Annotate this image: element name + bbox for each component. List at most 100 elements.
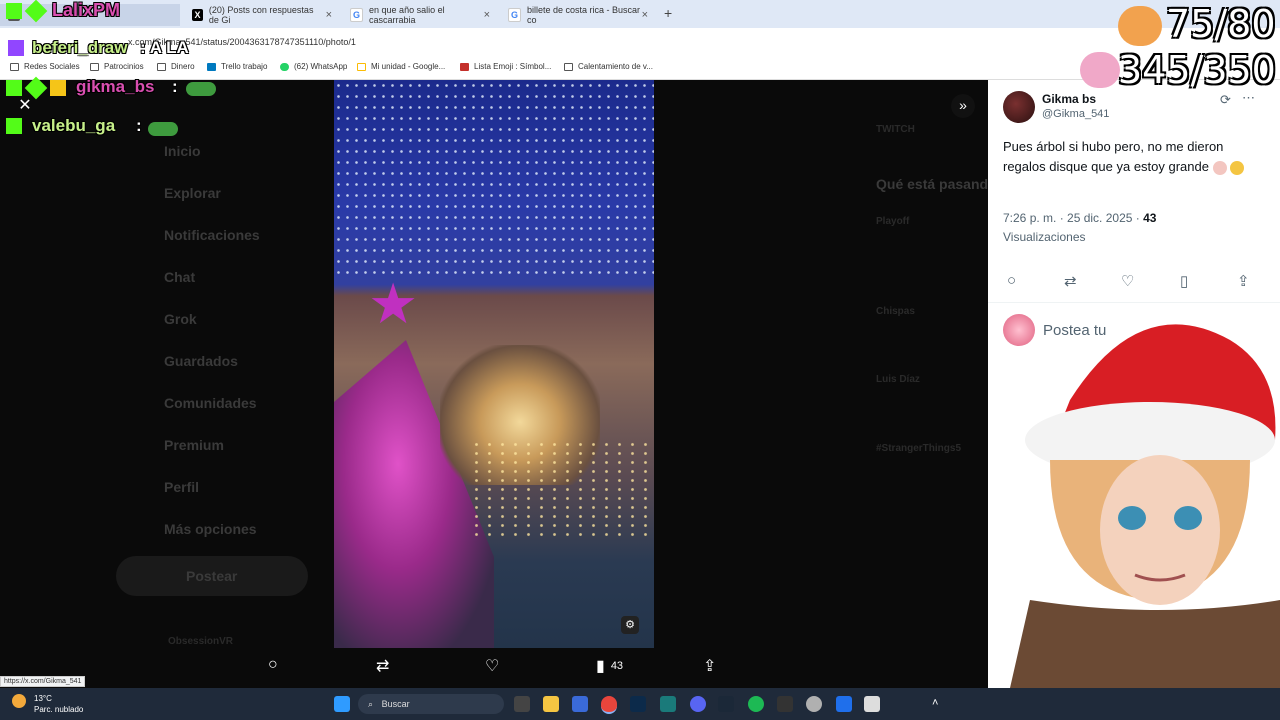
- tab-label: (20) Posts con respuestas de Gi: [208, 5, 314, 25]
- spotify-icon[interactable]: [748, 696, 764, 712]
- tweet-timestamp[interactable]: 7:26 p. m. · 25 dic. 2025 ·: [1003, 211, 1143, 225]
- windows-start-icon[interactable]: [334, 696, 350, 712]
- repost-icon[interactable]: ⇄: [1064, 272, 1077, 290]
- discord-icon[interactable]: [690, 696, 706, 712]
- share-icon[interactable]: ⇪: [1237, 272, 1250, 290]
- chat-username: valebu_ga: [32, 116, 116, 135]
- views-count: 43: [610, 660, 624, 672]
- tab-close-icon[interactable]: ×: [484, 9, 490, 21]
- nav-item: Notificaciones: [164, 227, 260, 243]
- bookmark-item[interactable]: Trello trabajo: [207, 62, 267, 71]
- bookmark-item[interactable]: (62) WhatsApp: [280, 62, 347, 71]
- like-icon[interactable]: ♡: [1121, 272, 1134, 290]
- collapse-panel-icon[interactable]: »: [951, 94, 975, 118]
- tweet-views-label: Visualizaciones: [1003, 230, 1086, 244]
- photoshop-icon[interactable]: [630, 696, 646, 712]
- tweet-author-name[interactable]: Gikma bs: [1042, 92, 1096, 106]
- file-explorer-icon[interactable]: [543, 696, 559, 712]
- left-eye: [1118, 506, 1146, 530]
- google-icon: G: [350, 8, 364, 22]
- vtube-icon[interactable]: [836, 696, 852, 712]
- bookmark-icon[interactable]: ▯: [1180, 272, 1188, 290]
- whatsapp-icon: [280, 62, 289, 71]
- chat-message: :: [172, 77, 178, 96]
- browser-tab[interactable]: G billete de costa rica - Buscar co ×: [500, 4, 656, 26]
- chat-username: gikma_bs: [76, 77, 155, 96]
- streamer-name-overlay: LalixPM: [52, 0, 121, 20]
- folder-icon: [157, 62, 166, 71]
- obs-icon[interactable]: [806, 696, 822, 712]
- like-icon[interactable]: ♡: [485, 656, 499, 676]
- bookmark-item[interactable]: Mi unidad - Google...: [357, 62, 445, 71]
- tweet-views-count: 43: [1143, 211, 1157, 225]
- tweet-author-handle[interactable]: @Gikma_541: [1042, 108, 1109, 120]
- browser-tab[interactable]: G en que año salio el cascarrabia ×: [342, 4, 498, 26]
- tab-close-icon[interactable]: ×: [642, 9, 648, 21]
- store-icon[interactable]: [572, 696, 588, 712]
- more-icon[interactable]: ⋯: [1242, 90, 1255, 106]
- nav-item: Grok: [164, 311, 197, 327]
- close-icon[interactable]: ✕: [14, 95, 36, 117]
- browser-tab[interactable]: X (20) Posts con respuestas de Gi ×: [184, 4, 340, 26]
- views-button[interactable]: ▮ 43: [596, 656, 623, 676]
- floor-lights: [470, 440, 650, 540]
- nav-item: Explorar: [164, 185, 221, 201]
- reply-icon[interactable]: ○: [1007, 272, 1016, 289]
- taskbar-search-label: Buscar: [381, 699, 410, 709]
- post-button: Postear: [116, 556, 308, 596]
- tray-chevron-up-icon[interactable]: ˄: [932, 697, 938, 709]
- folder-icon: [564, 62, 573, 71]
- views-icon: ▮: [596, 658, 605, 675]
- calculator-icon[interactable]: [864, 696, 880, 712]
- weather-icon: [12, 694, 26, 708]
- tab-close-icon[interactable]: ×: [326, 9, 332, 21]
- nav-item: Guardados: [164, 353, 238, 369]
- tab-label: billete de costa rica - Buscar co: [527, 5, 641, 25]
- task-view-icon[interactable]: [514, 696, 530, 712]
- trends-heading: Qué está pasando: [876, 176, 997, 192]
- reply-icon[interactable]: ○: [268, 656, 278, 674]
- bookmark-item[interactable]: Patrocinios: [90, 62, 144, 71]
- crown-icon: [50, 80, 66, 96]
- bookmark-item[interactable]: Calentamiento de v...: [564, 62, 653, 71]
- tweet-meta: 7:26 p. m. · 25 dic. 2025 · 43: [1003, 211, 1156, 225]
- steam-icon[interactable]: [718, 696, 734, 712]
- avatar[interactable]: [1003, 91, 1035, 123]
- grok-icon[interactable]: ⟳: [1220, 92, 1231, 108]
- right-eye: [1174, 506, 1202, 530]
- nav-item: Inicio: [164, 143, 201, 159]
- trend-item: #StrangerThings5: [876, 443, 962, 454]
- folder-icon: [90, 62, 99, 71]
- nav-item: Chat: [164, 269, 196, 285]
- taskbar-search[interactable]: ⌕ Buscar: [358, 694, 504, 714]
- repost-icon[interactable]: ⇄: [376, 656, 389, 676]
- goal-counter: 345/350: [1118, 48, 1276, 92]
- chat-username: beferi_draw: [32, 38, 128, 57]
- emoji-list-icon: [460, 62, 469, 71]
- string-lights: [334, 80, 654, 280]
- nav-item: Premium: [164, 437, 224, 453]
- nav-item: Perfil: [164, 479, 200, 495]
- share-icon[interactable]: ⇪: [703, 656, 716, 676]
- bookmark-item[interactable]: Dinero: [157, 62, 195, 71]
- goal-mascot-icon: [1118, 6, 1162, 46]
- sad-face-emoji-icon: [1230, 160, 1245, 175]
- bookmark-item[interactable]: Redes Sociales: [10, 62, 80, 71]
- frog-emote-icon: [186, 82, 216, 96]
- app-icon[interactable]: [777, 696, 793, 712]
- frog-emote-icon: [148, 122, 178, 136]
- bookmark-item[interactable]: Lista Emoji : Símbol...: [460, 62, 551, 71]
- kick-icon: [6, 3, 22, 19]
- twitch-icon: [8, 40, 24, 56]
- vscode-icon[interactable]: [660, 696, 676, 712]
- x-logo-icon: X: [192, 9, 203, 21]
- jacket: [1010, 600, 1280, 688]
- new-tab-button[interactable]: +: [664, 5, 672, 21]
- media-detail-icon[interactable]: ⚙: [621, 616, 639, 634]
- nav-item: Comunidades: [164, 395, 257, 411]
- chrome-icon[interactable]: [601, 696, 617, 714]
- christmas-photo[interactable]: [334, 80, 654, 648]
- drive-icon: [357, 62, 366, 71]
- vtuber-avatar: [1010, 324, 1280, 688]
- folder-icon: [10, 62, 19, 71]
